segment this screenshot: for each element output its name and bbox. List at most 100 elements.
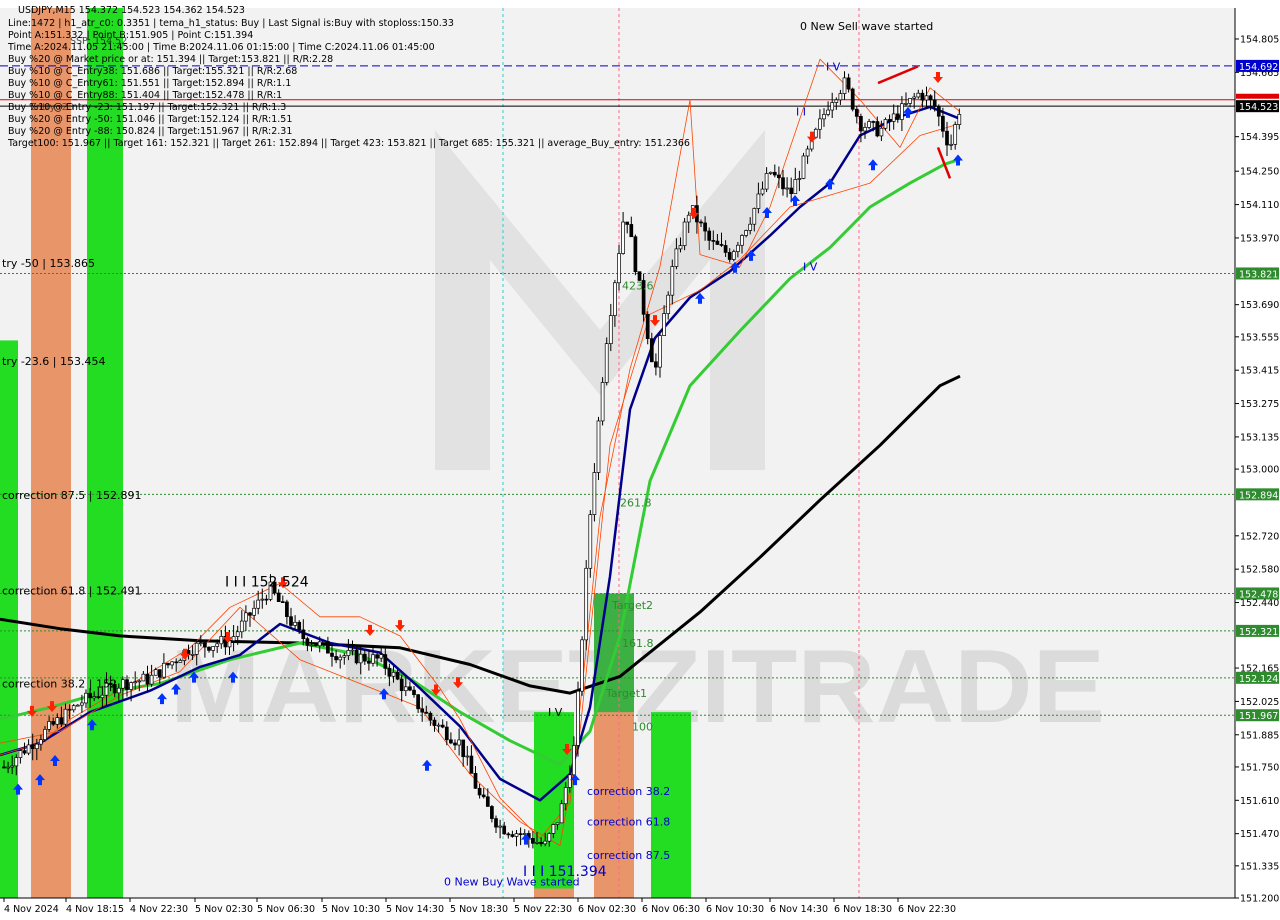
y-tick-label: 151.610 bbox=[1240, 796, 1279, 807]
candle-body bbox=[14, 757, 19, 767]
candle-body bbox=[34, 743, 39, 750]
candle-body bbox=[198, 642, 203, 645]
candle-body bbox=[912, 96, 917, 99]
x-tick-label: 5 Nov 06:30 bbox=[257, 904, 315, 915]
annotation-text: correction 38.2 bbox=[587, 785, 670, 798]
annotation-text: 261.8 bbox=[620, 496, 652, 509]
candle-body bbox=[736, 244, 740, 252]
candle-body bbox=[707, 230, 712, 241]
candle-body bbox=[686, 214, 691, 223]
candle-body bbox=[116, 687, 121, 694]
candle-body bbox=[371, 654, 375, 664]
candle-body bbox=[715, 240, 720, 245]
candle-body bbox=[535, 841, 539, 844]
candle-body bbox=[129, 682, 133, 690]
y-tick-label: 154.110 bbox=[1240, 200, 1279, 211]
candle-body bbox=[740, 235, 744, 246]
x-tick-label: 4 Nov 22:30 bbox=[130, 904, 188, 915]
candle-body bbox=[924, 95, 929, 101]
candle-body bbox=[321, 641, 326, 643]
symbol-line: USDJPY,M15 154.372 154.523 154.362 154.5… bbox=[18, 5, 245, 16]
candle-body bbox=[600, 382, 605, 422]
annotation-text: I V bbox=[803, 261, 818, 274]
candle-body bbox=[629, 224, 634, 238]
candle-body bbox=[563, 787, 568, 805]
y-tick-label: 151.885 bbox=[1240, 730, 1279, 741]
x-tick-label: 6 Nov 10:30 bbox=[706, 904, 764, 915]
y-tick-label: 153.970 bbox=[1240, 233, 1279, 244]
price-tag-label: 152.894 bbox=[1239, 490, 1278, 501]
candle-body bbox=[330, 652, 334, 657]
candle-body bbox=[432, 719, 437, 726]
candle-body bbox=[2, 766, 6, 769]
candle-body bbox=[678, 245, 683, 250]
candle-body bbox=[875, 121, 880, 137]
price-chart[interactable]: MARKETZITRADE try -50 | 153.865try -23.6… bbox=[0, 0, 1280, 920]
candle-body bbox=[904, 103, 908, 105]
candle-body bbox=[461, 739, 466, 757]
level-text: try -50 | 153.865 bbox=[2, 257, 95, 270]
annotation-text: Target2 bbox=[611, 599, 653, 612]
candle-body bbox=[6, 766, 10, 769]
candle-body bbox=[67, 708, 72, 711]
candle-body bbox=[764, 173, 769, 190]
annotation-text: I I I 151.394 bbox=[523, 864, 607, 880]
annotation-text: 161.8 bbox=[622, 637, 654, 650]
candle-body bbox=[502, 825, 507, 835]
candle-body bbox=[100, 694, 105, 698]
annotation-text: Target1 bbox=[605, 687, 647, 700]
candle-body bbox=[756, 193, 761, 209]
candle-body bbox=[813, 128, 818, 138]
candle-body bbox=[166, 662, 170, 666]
candle-body bbox=[928, 95, 933, 101]
candle-body bbox=[162, 662, 166, 678]
overlap-text: Entry -88 bbox=[30, 130, 74, 141]
candle-body bbox=[391, 671, 396, 677]
candle-body bbox=[662, 313, 666, 336]
candle-body bbox=[592, 472, 597, 515]
x-tick-label: 4 Nov 18:15 bbox=[66, 904, 124, 915]
candle-body bbox=[96, 696, 101, 698]
candle-body bbox=[731, 251, 736, 260]
candle-body bbox=[654, 361, 658, 368]
annotation-text: 100 bbox=[632, 720, 653, 733]
candle-body bbox=[260, 598, 265, 601]
candle-body bbox=[465, 755, 470, 758]
candle-body bbox=[670, 266, 675, 296]
candle-body bbox=[457, 739, 461, 746]
candle-body bbox=[854, 108, 859, 117]
y-tick-label: 151.470 bbox=[1240, 829, 1279, 840]
candle-body bbox=[264, 598, 269, 601]
candle-body bbox=[362, 653, 367, 662]
chart-window[interactable]: MARKETZITRADE try -50 | 153.865 try -23.6… bbox=[0, 0, 1280, 920]
annotation-text: correction 61.8 bbox=[587, 816, 670, 829]
y-tick-label: 152.580 bbox=[1240, 565, 1279, 576]
candle-body bbox=[777, 174, 781, 179]
candle-body bbox=[867, 121, 871, 128]
candle-body bbox=[703, 222, 707, 232]
candle-body bbox=[203, 642, 207, 648]
zone-bar bbox=[534, 888, 574, 898]
annotation-text: 0 New Sell wave started bbox=[800, 20, 933, 33]
info-line: Point A:151.332 | Point B:151.905 | Poin… bbox=[8, 30, 253, 41]
candle-body bbox=[859, 116, 863, 132]
candle-body bbox=[416, 694, 420, 710]
candle-body bbox=[313, 644, 318, 647]
candle-body bbox=[10, 765, 15, 768]
candle-body bbox=[43, 728, 47, 741]
candle-body bbox=[473, 773, 478, 789]
candle-body bbox=[633, 236, 638, 273]
info-line: Buy %10 @ C_Entry88: 151.404 || Target:1… bbox=[8, 90, 282, 101]
candle-body bbox=[178, 660, 183, 663]
candle-body bbox=[235, 631, 240, 637]
candle-body bbox=[711, 240, 716, 242]
candle-body bbox=[412, 689, 416, 696]
candle-body bbox=[613, 282, 617, 316]
candle-body bbox=[481, 794, 486, 798]
candle-body bbox=[215, 643, 220, 647]
x-tick-label: 5 Nov 10:30 bbox=[322, 904, 380, 915]
candle-body bbox=[826, 109, 830, 115]
candle-body bbox=[485, 796, 490, 807]
candle-body bbox=[80, 702, 84, 706]
candle-body bbox=[444, 726, 449, 741]
